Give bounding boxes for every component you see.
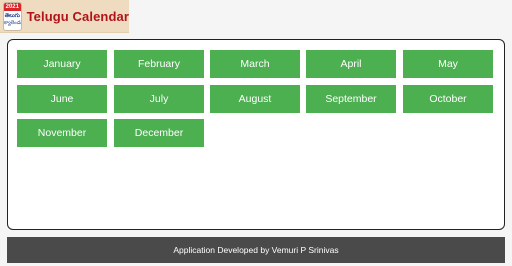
month-button-june[interactable]: June <box>17 85 107 113</box>
logo-year: 2021 <box>4 2 21 11</box>
month-button-may[interactable]: May <box>403 50 493 78</box>
month-button-april[interactable]: April <box>306 50 396 78</box>
month-button-august[interactable]: August <box>210 85 300 113</box>
month-button-july[interactable]: July <box>114 85 204 113</box>
app-logo[interactable]: 2021 తెలుగు క్యాలెండర్ Telugu Calendar <box>0 0 129 33</box>
header: 2021 తెలుగు క్యాలెండర్ Telugu Calendar <box>0 0 512 33</box>
month-button-march[interactable]: March <box>210 50 300 78</box>
calendar-icon: 2021 తెలుగు క్యాలెండర్ <box>3 1 22 31</box>
month-button-september[interactable]: September <box>306 85 396 113</box>
logo-text-line2: క్యాలెండర్ <box>4 19 22 26</box>
app-title: Telugu Calendar <box>26 8 129 24</box>
month-button-january[interactable]: January <box>17 50 107 78</box>
month-button-november[interactable]: November <box>17 119 107 147</box>
logo-text-line1: తెలుగు <box>4 12 20 19</box>
footer-credit: Application Developed by Vemuri P Sriniv… <box>173 245 339 255</box>
month-button-december[interactable]: December <box>114 119 204 147</box>
month-button-february[interactable]: February <box>114 50 204 78</box>
footer: Application Developed by Vemuri P Sriniv… <box>7 237 505 263</box>
months-panel: January February March April May June Ju… <box>7 39 505 230</box>
month-button-october[interactable]: October <box>403 85 493 113</box>
